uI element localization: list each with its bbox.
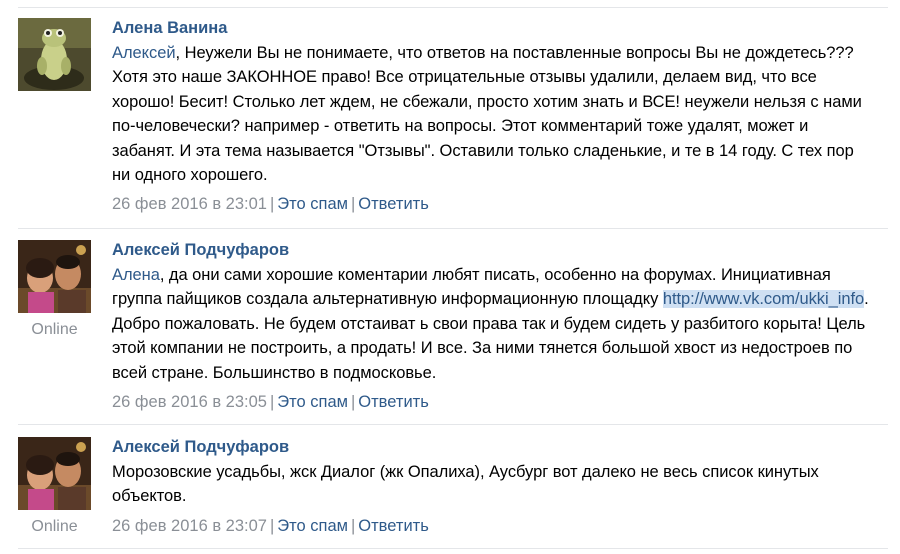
comment-text: Алексей, Неужели Вы не понимаете, что от…	[112, 41, 872, 187]
online-status: Online	[31, 518, 78, 535]
separator: |	[350, 516, 356, 535]
spam-button[interactable]: Это спам	[277, 517, 348, 535]
avatar[interactable]	[18, 240, 91, 313]
separator: |	[269, 195, 275, 214]
comment-meta: 26 фев 2016 в 23:01 | Это спам | Ответить	[112, 193, 872, 215]
comment-meta: 26 фев 2016 в 23:05 | Это спам | Ответить	[112, 391, 872, 413]
reply-to-link[interactable]: Алена	[112, 266, 160, 284]
external-link[interactable]: http://www.vk.com/ukki_info	[662, 290, 864, 309]
reply-button[interactable]: Ответить	[358, 517, 429, 535]
separator: |	[269, 516, 275, 535]
comment-date[interactable]: 26 фев 2016 в 23:01	[112, 195, 267, 213]
separator: |	[350, 195, 356, 214]
author-name[interactable]: Алексей Подчуфаров	[112, 437, 872, 457]
reply-button[interactable]: Ответить	[358, 195, 429, 213]
comment-meta: 26 фев 2016 в 23:07 | Это спам | Ответить	[112, 515, 872, 537]
separator: |	[350, 393, 356, 412]
divider	[18, 548, 888, 549]
divider	[18, 228, 888, 229]
reply-button[interactable]: Ответить	[358, 393, 429, 411]
online-status: Online	[31, 321, 78, 338]
spam-button[interactable]: Это спам	[277, 195, 348, 213]
author-name[interactable]: Алена Ванина	[112, 18, 872, 38]
spam-button[interactable]: Это спам	[277, 393, 348, 411]
author-name[interactable]: Алексей Подчуфаров	[112, 240, 872, 260]
avatar[interactable]	[18, 437, 91, 510]
avatar[interactable]	[18, 18, 91, 91]
comment-body: , Неужели Вы не понимаете, что ответов н…	[112, 44, 862, 185]
comment-date[interactable]: 26 фев 2016 в 23:07	[112, 517, 267, 535]
divider	[18, 7, 888, 8]
divider	[18, 424, 888, 425]
separator: |	[269, 393, 275, 412]
reply-to-link[interactable]: Алексей	[112, 44, 176, 62]
comment-text: Морозовские усадьбы, жск Диалог (жк Опал…	[112, 463, 819, 506]
comment-date[interactable]: 26 фев 2016 в 23:05	[112, 393, 267, 411]
comment-text: Алена, да они сами хорошие коментарии лю…	[112, 263, 872, 385]
